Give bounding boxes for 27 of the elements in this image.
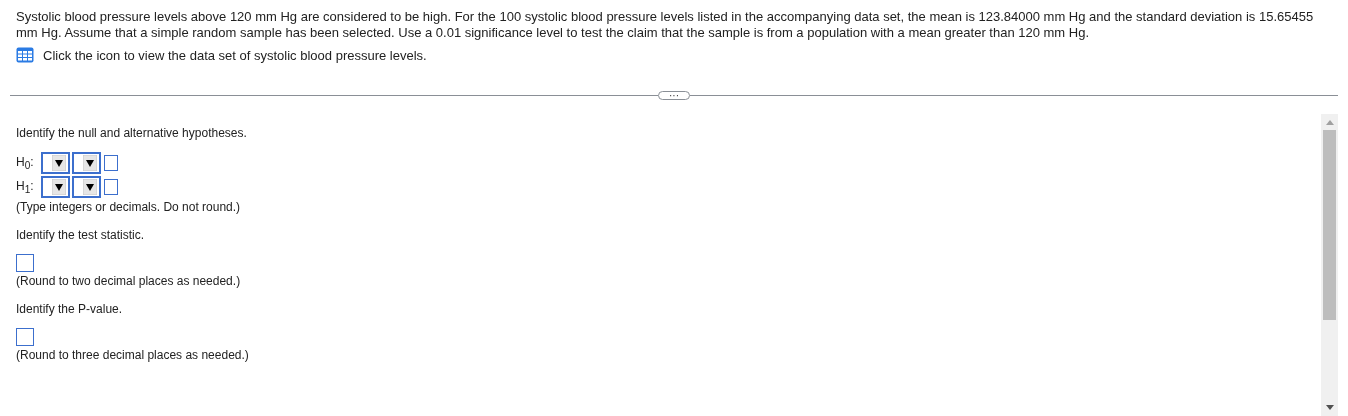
hint-text: (Round to two decimal places as needed.): [16, 274, 242, 288]
prompt-text: Identify the test statistic.: [16, 228, 146, 242]
data-table-icon[interactable]: [16, 47, 34, 63]
dropdown-arrow-icon: [52, 179, 66, 195]
hypothesis-label: H$_{0}$:: [16, 154, 35, 172]
prompt-text: Identify the P-value.: [16, 302, 124, 316]
hint-text: (Type integers or decimals. Do not round.): [16, 200, 242, 214]
dropdown-arrow-icon: [52, 155, 66, 171]
scroll-down-icon[interactable]: [1325, 405, 1334, 410]
question-text: Systolic blood pressure levels above 120 mm Hg are considered to be high. For the 100 systolic blood pressure levels listed in the accompanying data set, the mean is 123.84000 mm Hg and the standard deviation is 15.65455 mm Hg. Assume that a simple random sample has been selected. Use a 0.01 significance level to test the claim that the sample is from a population with a mean greater than 120 mm Hg.: [16, 9, 1315, 41]
dropdown[interactable]: [72, 176, 101, 198]
answer-field[interactable]: [104, 155, 118, 171]
scrollbar-thumb[interactable]: [1323, 130, 1336, 320]
prompt-text: Identify the null and alternative hypotheses.: [16, 126, 248, 140]
hypothesis-label: H$_{1}$:: [16, 178, 35, 196]
dropdown-arrow-icon: [83, 155, 97, 171]
data-set-instruction: Click the icon to view the data set of systolic blood pressure levels.: [43, 47, 427, 63]
hint-text: (Round to three decimal places as needed.): [16, 348, 250, 362]
expand-button[interactable]: ···: [658, 91, 690, 100]
answer-field[interactable]: [16, 254, 34, 272]
dropdown[interactable]: [41, 176, 70, 198]
answer-field[interactable]: [104, 179, 118, 195]
dropdown[interactable]: [41, 152, 70, 174]
dropdown-arrow-icon: [83, 179, 97, 195]
dropdown[interactable]: [72, 152, 101, 174]
answer-field[interactable]: [16, 328, 34, 346]
scrollbar[interactable]: [1321, 114, 1338, 416]
